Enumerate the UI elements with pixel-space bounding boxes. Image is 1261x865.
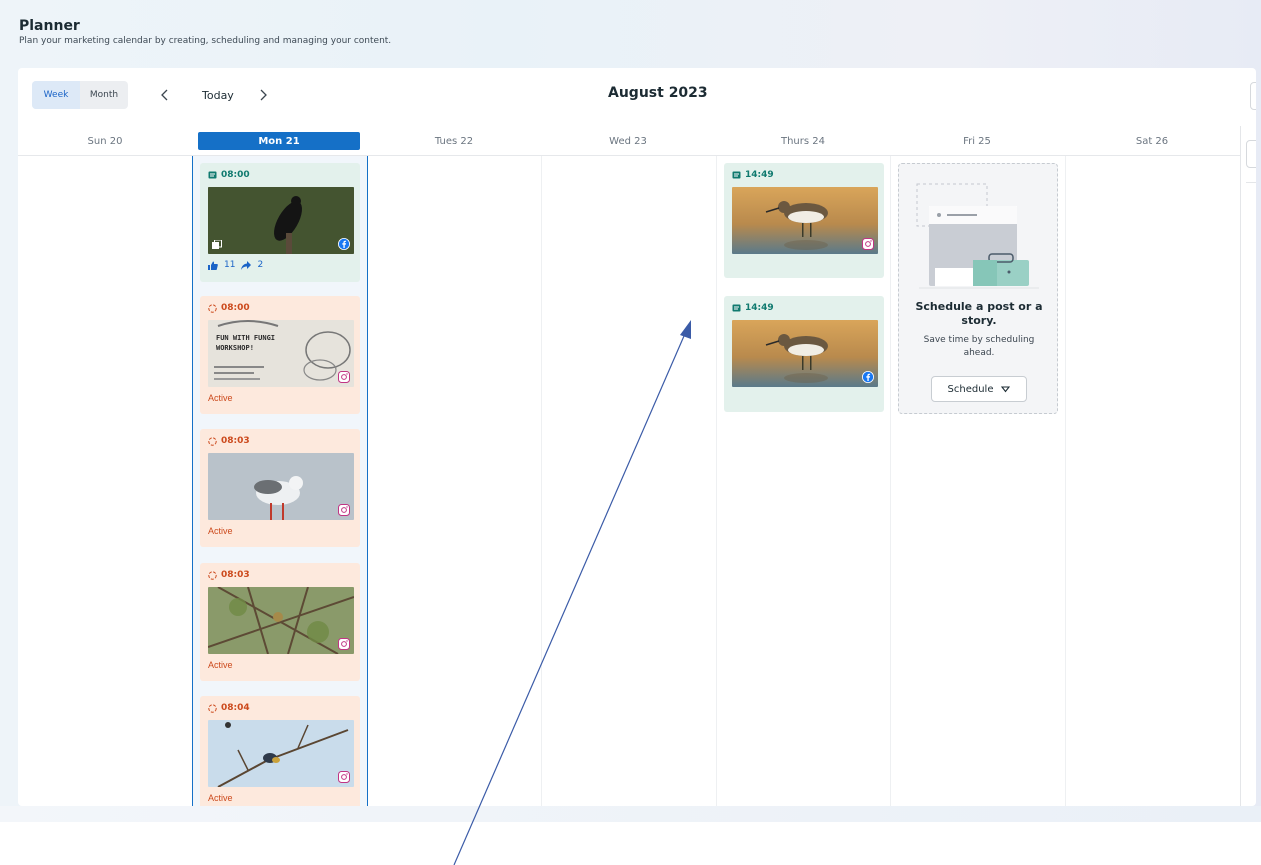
page-header: Planner Plan your marketing calendar by … [19,18,391,46]
post-status: Active [208,660,233,670]
like-icon [208,261,218,270]
planner-panel: Week Month Today August 2023 Sun 20 Mon … [18,68,1256,806]
chevron-left-icon [161,89,168,101]
share-icon [241,260,252,270]
post-icon [732,304,741,312]
scheduled-icon [208,303,217,313]
post-card[interactable]: 08:04 Active [200,696,360,806]
black-bird-image [208,187,354,254]
empty-state-text: Save time by scheduling ahead. [923,335,1035,358]
next-week-button[interactable] [252,83,274,107]
like-count: 11 [224,260,236,270]
tree-branches-image [208,587,354,654]
post-thumbnail [732,320,878,387]
chevron-right-icon [260,89,267,101]
column-divider [541,156,542,806]
column-divider [890,156,891,806]
toolbar-edge-control[interactable] [1250,82,1256,110]
post-card[interactable]: 14:49 [724,163,884,278]
post-thumbnail [208,720,354,787]
post-icon [208,171,217,179]
poster-title-line: FUN WITH FUNGI [216,334,276,342]
month-view-button[interactable]: Month [80,81,128,109]
post-time: 14:49 [732,169,876,181]
day-header-sat: Sat 26 [1135,135,1169,147]
post-icon [732,171,741,179]
view-toggle: Week Month [32,81,128,109]
small-bird-on-branch-image [208,720,354,787]
post-thumbnail [208,187,354,254]
schedule-empty-state: Schedule a post or a story. Save time by… [898,163,1058,414]
post-thumbnail [732,187,878,254]
post-card[interactable]: 08:00 11 2 [200,163,360,282]
period-title: August 2023 [608,85,708,101]
post-status: Active [208,526,233,536]
sidebar-divider [1246,182,1256,183]
post-status: Active [208,793,233,803]
page-subtitle: Plan your marketing calendar by creating… [19,36,392,46]
workshop-poster-image [208,320,354,387]
day-header-fri: Fri 25 [963,135,991,147]
post-thumbnail [208,587,354,654]
empty-state-title: Schedule a post or a story. [915,300,1043,327]
sidebar-divider [1240,126,1241,806]
day-header-sun: Sun 20 [87,135,123,147]
today-day-pill: Mon 21 [198,132,360,150]
post-card[interactable]: 08:03 Active [200,563,360,681]
seagull-image [208,453,354,520]
previous-week-button[interactable] [154,83,176,107]
day-header-wed: Wed 23 [609,135,647,147]
instagram-icon [338,771,350,783]
sandpiper-image [732,187,878,254]
instagram-icon [338,504,350,516]
instagram-icon [338,638,350,650]
scheduled-icon [208,703,217,713]
chevron-down-icon [1001,385,1011,392]
post-time: 14:49 [732,302,876,314]
schedule-button[interactable]: Schedule [931,376,1027,402]
calendar-toolbar: Week Month Today August 2023 [18,68,1256,124]
poster-title-line: WORKSHOP! [216,344,254,352]
day-header-tue: Tues 22 [434,135,474,147]
today-button[interactable]: Today [196,81,240,109]
day-headers: Sun 20 Mon 21 Tues 22 Wed 23 Thurs 24 Fr… [18,126,1240,156]
week-view-button[interactable]: Week [32,81,80,109]
post-card[interactable]: 08:03 Active [200,429,360,547]
sandpiper-image [732,320,878,387]
instagram-icon [862,238,874,250]
post-stats: 11 2 [208,260,352,270]
sidebar-control[interactable] [1246,140,1256,168]
post-thumbnail [208,453,354,520]
instagram-icon [338,371,350,383]
post-card[interactable]: 08:00 FUN WITH FUNGI WORKSHOP! Active [200,296,360,414]
empty-state-illustration [916,183,1039,289]
post-time: 08:03 [208,435,352,447]
post-status: Active [208,393,233,403]
page-title: Planner [19,18,80,34]
post-time: 08:03 [208,569,352,581]
scheduled-icon [208,436,217,446]
facebook-icon [862,371,874,383]
column-divider [716,156,717,806]
day-header-mon: Mon 21 [192,126,366,156]
post-card[interactable]: 14:49 [724,296,884,412]
page-bottom-strip [0,806,1261,822]
post-time: 08:00 [208,302,352,314]
share-count: 2 [257,260,264,270]
column-divider [1065,156,1066,806]
carousel-icon [212,240,222,249]
schedule-button-label: Schedule [947,383,994,395]
post-time: 08:00 [208,169,352,181]
scheduled-icon [208,570,217,580]
post-thumbnail: FUN WITH FUNGI WORKSHOP! [208,320,354,387]
post-time: 08:04 [208,702,352,714]
facebook-icon [338,238,350,250]
day-header-thu: Thurs 24 [780,135,825,147]
